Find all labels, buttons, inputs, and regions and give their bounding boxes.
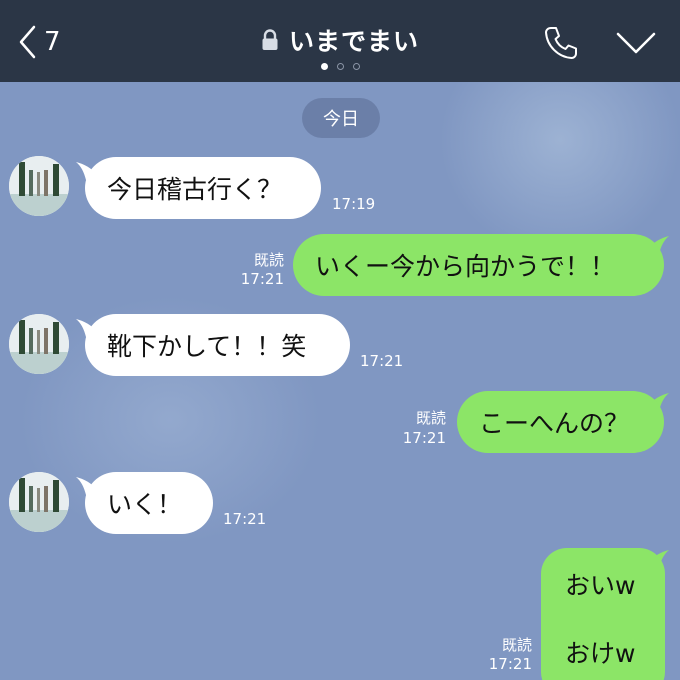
lock-icon bbox=[262, 29, 278, 50]
message-text: いく！ bbox=[107, 490, 183, 519]
message-text: 今日稽古行く？ bbox=[107, 175, 283, 204]
message-bubble-incoming[interactable]: いく！ bbox=[85, 472, 213, 534]
page-dot-1 bbox=[320, 63, 328, 70]
chat-header: 7 いまでまい bbox=[0, 0, 680, 82]
page-dot-3 bbox=[352, 63, 360, 70]
message-bubble-incoming[interactable]: 今日稽古行く？ bbox=[85, 157, 321, 219]
avatar[interactable] bbox=[9, 156, 69, 216]
message-time: 17:21 bbox=[223, 510, 267, 528]
message-bubble-outgoing[interactable]: こーへんの？ bbox=[457, 391, 664, 453]
date-separator: 今日 bbox=[302, 98, 380, 138]
message-time: 17:19 bbox=[332, 195, 376, 213]
message-bubble-outgoing[interactable]: いくー今から向かうで！！ bbox=[293, 234, 664, 296]
chat-screen: 7 いまでまい 今日 今日稽古行く？ 17:19 既読 17:21 いくー今から… bbox=[0, 0, 680, 680]
avatar-photo bbox=[9, 472, 69, 532]
avatar-photo bbox=[9, 156, 69, 216]
message-text: こーへんの？ bbox=[479, 409, 630, 438]
phone-icon[interactable] bbox=[543, 25, 579, 61]
message-time: 17:21 bbox=[402, 429, 446, 447]
message-time: 17:21 bbox=[360, 352, 404, 370]
message-text: いくー今から向かうで！！ bbox=[315, 252, 616, 281]
avatar[interactable] bbox=[9, 472, 69, 532]
message-bubble-incoming[interactable]: 靴下かして！！笑 bbox=[85, 314, 350, 376]
chat-title: いまでまい bbox=[288, 27, 419, 56]
read-receipt: 既読 bbox=[415, 409, 446, 427]
message-time: 17:21 bbox=[488, 655, 532, 673]
message-text: おいw bbox=[565, 571, 636, 600]
read-receipt: 既読 bbox=[253, 251, 284, 269]
avatar[interactable] bbox=[9, 314, 69, 374]
avatar-photo bbox=[9, 314, 69, 374]
read-receipt: 既読 bbox=[501, 636, 532, 654]
message-text: おけw bbox=[565, 639, 636, 668]
page-indicator bbox=[0, 63, 680, 70]
chevron-down-icon[interactable] bbox=[616, 31, 656, 55]
message-time: 17:21 bbox=[240, 270, 284, 288]
page-dot-2 bbox=[336, 63, 344, 70]
message-bubble-outgoing[interactable]: おいw おけw bbox=[541, 548, 665, 680]
message-text: 靴下かして！！笑 bbox=[107, 332, 307, 361]
